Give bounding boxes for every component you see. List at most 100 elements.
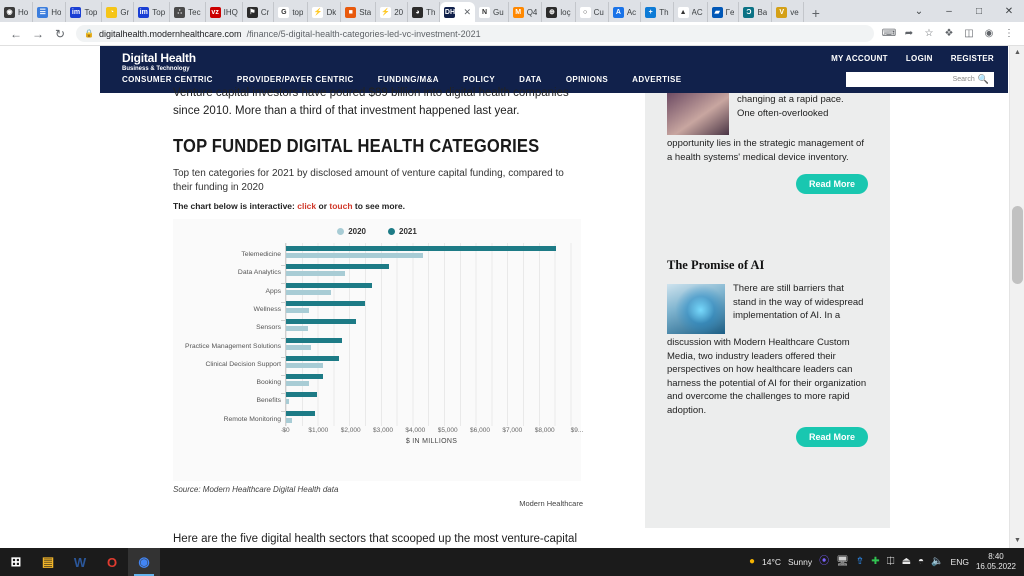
chart-bar[interactable] <box>286 253 424 258</box>
utility-nav-item[interactable]: MY ACCOUNT <box>831 54 888 63</box>
chart-bar[interactable] <box>286 264 390 270</box>
browser-tab[interactable]: ⚡ 20 <box>376 2 409 22</box>
legend-item[interactable]: 2021 <box>388 227 417 236</box>
chart-bar[interactable] <box>286 417 292 423</box>
sidepanel-icon[interactable]: ◫ <box>960 28 978 39</box>
chart-bar[interactable] <box>286 271 346 277</box>
bluetooth-icon[interactable]: ⇮ <box>856 557 864 567</box>
browser-tab[interactable]: ▲ AC <box>674 2 708 22</box>
browser-tab[interactable]: ◔ Gr <box>102 2 135 22</box>
browser-tab[interactable]: im Top <box>134 2 171 22</box>
browser-tab[interactable]: ☰ Ho <box>33 2 67 22</box>
main-nav-item[interactable]: OPINIONS <box>566 75 608 84</box>
main-nav-item[interactable]: FUNDING/M&A <box>378 75 439 84</box>
chart-bar[interactable] <box>286 289 331 295</box>
browser-tab[interactable]: DH ✕ <box>440 2 476 22</box>
read-more-button[interactable]: Read More <box>795 427 868 447</box>
share-icon[interactable]: ➦ <box>900 28 918 39</box>
reload-button[interactable]: ↻ <box>50 27 70 41</box>
funding-bar-chart[interactable]: 2020 2021 Telemedicine Data Analytics Apps W… <box>173 219 583 481</box>
minimize-button[interactable]: – <box>934 6 964 17</box>
chart-bar[interactable] <box>286 381 309 387</box>
tab-close-icon[interactable]: ✕ <box>463 7 471 18</box>
main-nav-item[interactable]: CONSUMER CENTRIC <box>122 75 213 84</box>
browser-tab[interactable]: + Th <box>641 2 674 22</box>
chart-bar[interactable] <box>286 355 339 361</box>
browser-tab[interactable]: ◕ Th <box>408 2 441 22</box>
network-icon[interactable]: 🖥 <box>836 557 849 567</box>
chart-bar[interactable] <box>286 282 373 288</box>
monitor-icon[interactable]: ⎅ <box>887 557 895 567</box>
volume-icon[interactable]: 🔈 <box>931 557 943 567</box>
site-logo[interactable]: Digital Health Business & Technology <box>122 51 196 72</box>
interactive-click-word[interactable]: click <box>297 201 316 211</box>
browser-tab[interactable]: ⚑ Cr <box>243 2 275 22</box>
chart-bar[interactable] <box>286 319 357 325</box>
utility-nav-item[interactable]: REGISTER <box>951 54 994 63</box>
browser-tab[interactable]: ◉ Ho <box>0 2 34 22</box>
word[interactable]: W <box>64 548 96 576</box>
start-button[interactable]: ⊞ <box>0 548 32 576</box>
browser-tab[interactable]: N Gu <box>475 2 509 22</box>
chart-bar[interactable] <box>286 307 309 313</box>
utility-nav-item[interactable]: LOGIN <box>906 54 933 63</box>
file-explorer[interactable]: ▤ <box>32 548 64 576</box>
vertical-scrollbar[interactable]: ▲ ▼ <box>1009 46 1024 548</box>
browser-tab[interactable]: vz IHQ <box>206 2 243 22</box>
menu-kebab-icon[interactable]: ⋮ <box>1000 28 1018 39</box>
usb-icon[interactable]: ⏏ <box>902 557 911 567</box>
chart-bar[interactable] <box>286 362 323 368</box>
search-input[interactable]: Search 🔍 <box>846 72 994 87</box>
bookmark-star-icon[interactable]: ☆ <box>920 28 938 39</box>
chart-bar[interactable] <box>286 410 316 416</box>
chart-bar[interactable] <box>286 300 365 306</box>
search-icon[interactable]: 🔍 <box>978 74 989 85</box>
browser-tab[interactable]: A Ac <box>609 2 642 22</box>
read-more-button[interactable]: Read More <box>795 174 868 194</box>
browser-tab[interactable]: Gtop <box>274 2 309 22</box>
chrome[interactable]: ◉ <box>128 548 160 576</box>
chart-bar[interactable] <box>286 392 318 398</box>
browser-tab[interactable]: ○ Cu <box>576 2 609 22</box>
main-nav-item[interactable]: DATA <box>519 75 542 84</box>
chart-bar[interactable] <box>286 399 289 405</box>
extensions-icon[interactable]: ❖ <box>940 28 958 39</box>
browser-tab[interactable]: M Q4 <box>509 2 543 22</box>
defender-icon[interactable]: ⦿ <box>819 557 829 567</box>
main-nav-item[interactable]: ADVERTISE <box>632 75 681 84</box>
chart-bar[interactable] <box>286 326 308 332</box>
window-menu-button[interactable]: ⌄ <box>904 6 934 17</box>
back-button[interactable]: ← <box>6 27 26 41</box>
browser-tab[interactable]: Ɔ Ba <box>739 2 773 22</box>
forward-button[interactable]: → <box>28 27 48 41</box>
main-nav-item[interactable]: POLICY <box>463 75 495 84</box>
language-indicator[interactable]: ENG <box>951 557 969 567</box>
wifi-icon[interactable]: ◓ <box>918 557 924 567</box>
browser-tab[interactable]: im Top <box>66 2 103 22</box>
browser-tab[interactable]: ■ Sta <box>341 2 377 22</box>
clock[interactable]: 8:40 16.05.2022 <box>976 552 1016 572</box>
browser-tab[interactable]: Vve <box>772 2 804 22</box>
browser-tab[interactable]: ⚡ Dk <box>308 2 342 22</box>
main-nav-item[interactable]: PROVIDER/PAYER CENTRIC <box>237 75 354 84</box>
chart-bar[interactable] <box>286 344 311 350</box>
interactive-touch-word[interactable]: touch <box>329 201 352 211</box>
address-bar[interactable]: 🔒 digitalhealth.modernhealthcare.com/fin… <box>76 25 874 42</box>
scroll-down-arrow-icon[interactable]: ▼ <box>1010 534 1024 548</box>
chart-bar[interactable] <box>286 246 556 251</box>
chart-bar[interactable] <box>286 374 323 380</box>
browser-tab[interactable]: ⊕ loç <box>542 2 576 22</box>
new-tab-button[interactable]: + <box>804 4 828 22</box>
browser-tab[interactable]: ▰ Гe <box>708 2 740 22</box>
translate-icon[interactable]: ⌨ <box>880 28 898 39</box>
close-button[interactable]: ✕ <box>994 6 1024 17</box>
chart-bar[interactable] <box>286 337 342 343</box>
scrollbar-thumb[interactable] <box>1012 206 1023 284</box>
scroll-up-arrow-icon[interactable]: ▲ <box>1010 46 1024 60</box>
maximize-button[interactable]: □ <box>964 6 994 17</box>
update-icon[interactable]: ✚ <box>871 557 879 567</box>
profile-icon[interactable]: ◉ <box>980 28 998 39</box>
browser-tab[interactable]: ∴ Tec <box>170 2 206 22</box>
opera[interactable]: O <box>96 548 128 576</box>
legend-item[interactable]: 2020 <box>337 227 366 236</box>
